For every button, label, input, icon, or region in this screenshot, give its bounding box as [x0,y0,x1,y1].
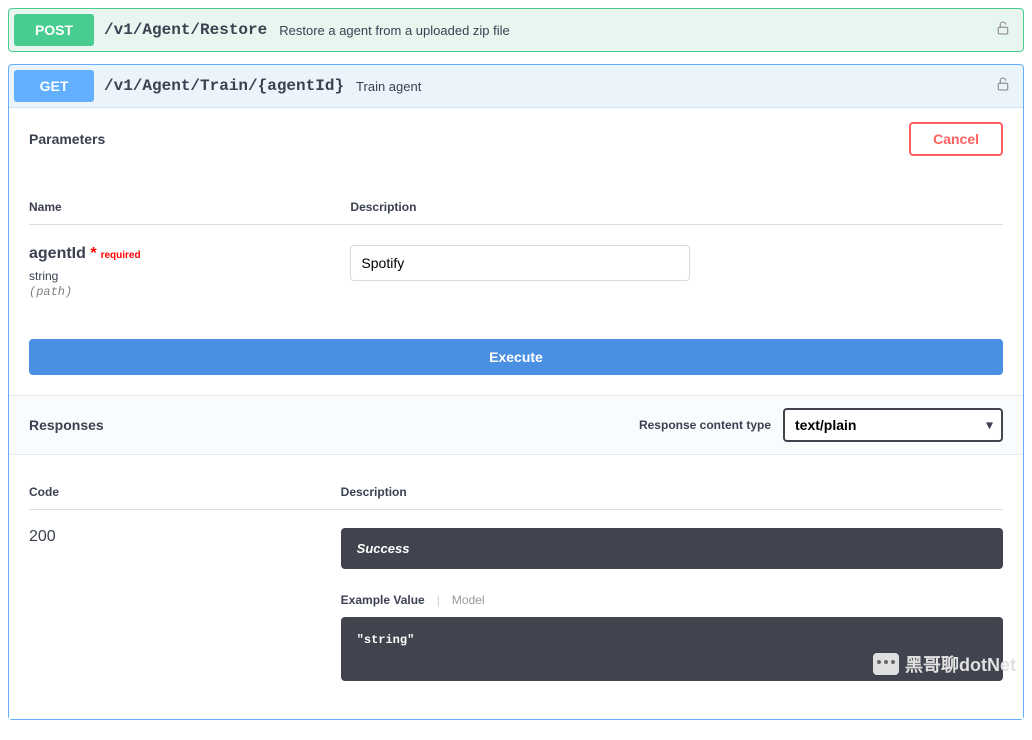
endpoint-post-restore[interactable]: POST /v1/Agent/Restore Restore a agent f… [8,8,1024,52]
tab-example-value[interactable]: Example Value [341,593,425,607]
endpoint-summary[interactable]: POST /v1/Agent/Restore Restore a agent f… [9,9,1023,51]
method-badge-get: GET [14,70,94,102]
tab-model[interactable]: Model [452,593,485,607]
endpoint-get-train: GET /v1/Agent/Train/{agentId} Train agen… [8,64,1024,720]
parameters-heading: Parameters [29,131,105,147]
parameter-row: agentId * required string (path) [29,225,1003,320]
lock-icon [995,20,1011,41]
parameter-name: agentId * required [29,245,350,263]
cancel-button[interactable]: Cancel [909,122,1003,156]
parameter-input-agentid[interactable] [350,245,690,281]
required-star: * [86,245,97,262]
response-description: Success [341,528,1003,569]
param-col-name: Name [29,190,350,225]
endpoint-body: Parameters Cancel Name Description agent… [9,107,1023,719]
endpoint-summary-text: Train agent [356,79,421,94]
endpoint-summary-text: Restore a agent from a uploaded zip file [279,23,510,38]
tab-divider: | [437,593,440,607]
response-code: 200 [29,510,341,700]
responses-col-code: Code [29,475,341,510]
lock-icon [995,76,1011,97]
method-badge-post: POST [14,14,94,46]
responses-body: Code Description 200 Success Example Val… [9,455,1023,719]
example-body: "string" [341,617,1003,681]
endpoint-path: /v1/Agent/Train/{agentId} [104,77,344,95]
responses-heading: Responses [29,417,104,433]
responses-header: Responses Response content type text/pla… [9,395,1023,455]
responses-col-description: Description [341,475,1003,510]
example-tabs: Example Value | Model [341,593,1003,607]
parameter-in: (path) [29,285,350,299]
required-label: required [101,250,141,261]
execute-wrapper: Execute [9,339,1023,395]
parameter-type: string [29,269,350,283]
endpoint-summary[interactable]: GET /v1/Agent/Train/{agentId} Train agen… [9,65,1023,107]
response-row: 200 Success Example Value | Model "strin… [29,510,1003,700]
content-type-select-wrap: text/plain [783,408,1003,442]
responses-table: Code Description 200 Success Example Val… [29,475,1003,699]
parameters-table: Name Description agentId * required strin… [29,190,1003,319]
parameter-name-text: agentId [29,245,86,262]
endpoint-path: /v1/Agent/Restore [104,21,267,39]
execute-button[interactable]: Execute [29,339,1003,375]
parameters-header: Parameters Cancel [9,108,1023,170]
parameters-section: Name Description agentId * required strin… [9,170,1023,339]
content-type-label: Response content type [639,418,771,432]
param-col-description: Description [350,190,1003,225]
example-section: Example Value | Model "string" [341,593,1003,681]
content-type-select[interactable]: text/plain [783,408,1003,442]
